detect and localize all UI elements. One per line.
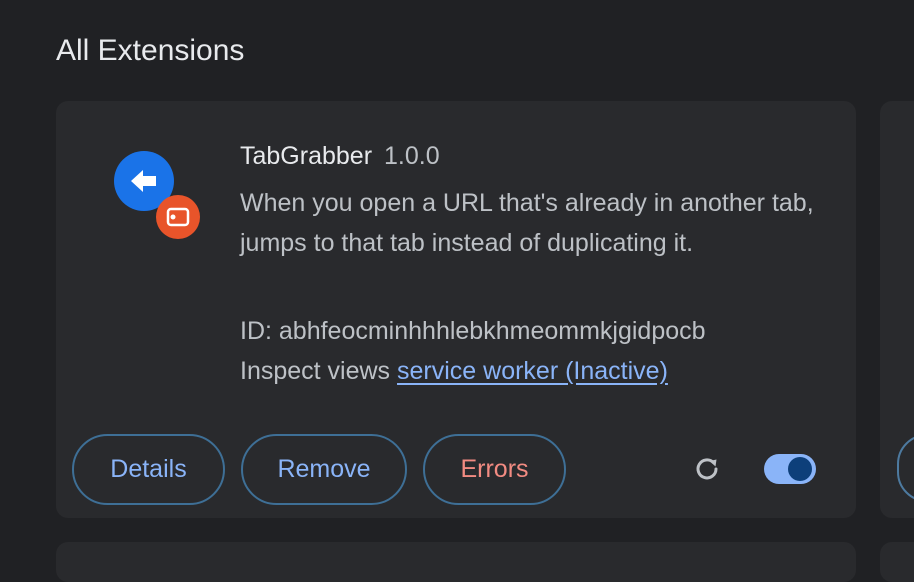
extension-description: When you open a URL that's already in an… <box>240 189 814 257</box>
inspect-views-label: Inspect views <box>240 357 391 385</box>
extension-name: TabGrabber <box>240 142 373 170</box>
reload-icon[interactable] <box>691 453 723 485</box>
extension-version: 1.0.0 <box>384 142 440 170</box>
errors-button[interactable]: Errors <box>423 434 566 505</box>
toggle-knob <box>788 457 812 481</box>
extension-id: ID: abhfeocminhhhlebkhmeommkjgidpocb <box>240 317 706 345</box>
extension-card-below-right <box>880 542 914 582</box>
inspect-views-row: Inspect views service worker (Inactive) <box>240 353 668 389</box>
service-worker-link[interactable]: service worker (Inactive) <box>397 357 668 385</box>
extension-card: TabGrabber 1.0.0 When you open a URL that… <box>56 101 856 518</box>
extension-title-row: TabGrabber 1.0.0 <box>240 139 440 173</box>
remove-button[interactable]: Remove <box>241 434 407 505</box>
extension-card-below <box>56 542 856 582</box>
details-button[interactable]: Details <box>72 434 225 505</box>
enable-toggle[interactable] <box>764 454 816 484</box>
section-title: All Extensions <box>56 34 245 67</box>
tabgrabber-logo-icon <box>114 151 200 239</box>
